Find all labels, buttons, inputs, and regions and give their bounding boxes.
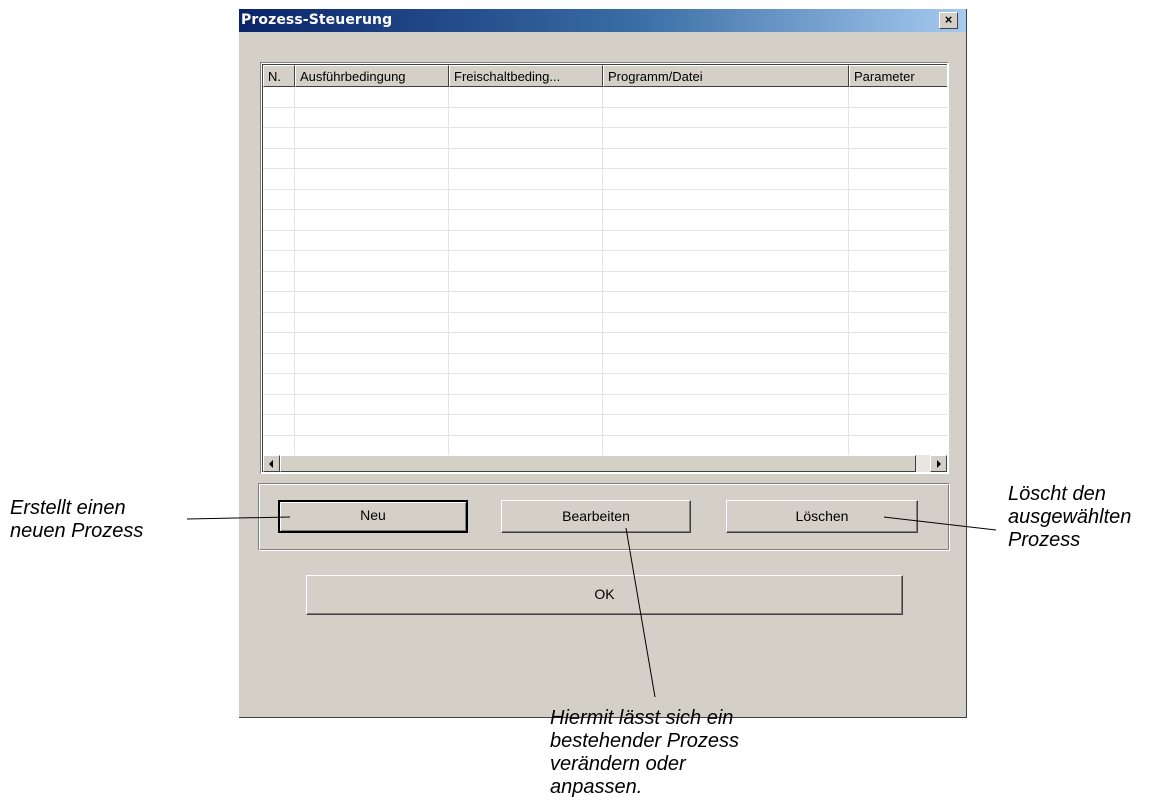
annotation-edit: Hiermit lässt sich ein bestehender Proze… [550, 707, 739, 799]
callout-line-edit [625, 527, 656, 698]
annotation-new-line: Erstellt einen [10, 497, 126, 519]
annotation-new: Erstellt einen neuen Prozess [10, 497, 143, 543]
annotation-delete: Löscht den ausgewählten Prozess [1008, 483, 1131, 552]
callout-lines [186, 516, 997, 698]
annotation-edit-line: anpassen. [550, 776, 643, 798]
callout-line-delete [883, 516, 997, 531]
annotation-edit-line: Hiermit lässt sich ein [550, 707, 734, 729]
annotation-delete-line: ausgewählten [1008, 506, 1132, 528]
annotation-new-line: neuen Prozess [10, 520, 144, 542]
annotation-edit-line: verändern oder [550, 753, 686, 775]
annotation-edit-line: bestehender Prozess [550, 730, 740, 752]
annotation-delete-line: Prozess [1008, 529, 1081, 551]
callout-line-new [186, 516, 291, 520]
annotation-delete-line: Löscht den [1008, 483, 1106, 505]
